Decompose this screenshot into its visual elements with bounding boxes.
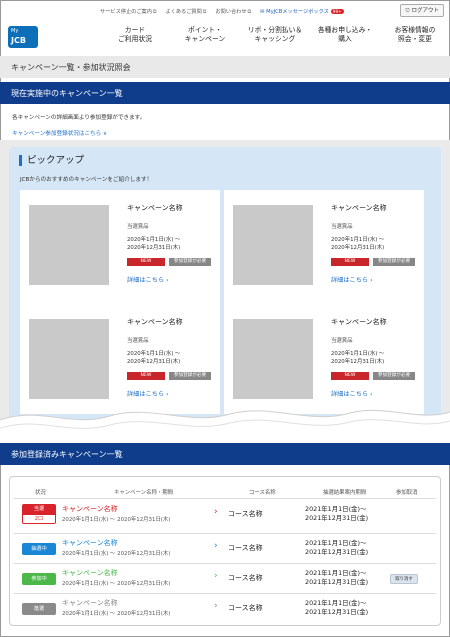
header-status: 状況 [35, 490, 46, 496]
header-cancel: 参加取消 [396, 490, 418, 496]
main-nav: カード ご利用状況 ポイント・ キャンペーン リボ・分割払い＆ キャッシング 各種お申… [100, 24, 450, 52]
nav-card-usage[interactable]: カード ご利用状況 [100, 24, 170, 52]
campaign-period: 2020年1月1日(水) ～ 2020年12月31日(木) [62, 551, 171, 557]
external-link-icon: ⧉ [202, 8, 207, 15]
mail-icon: ✉ [260, 8, 265, 15]
myjcb-logo[interactable]: My JCB [8, 26, 38, 48]
cancel-button[interactable]: 取り消す [390, 574, 418, 584]
result-period: 2021年1月1日(金)～ 2021年12月31日(金) [305, 599, 369, 616]
registered-campaigns-header: 参加登録済みキャンペーン一覧 [0, 443, 450, 465]
result-period: 2021年1月1日(金)～ 2021年12月31日(金) [305, 539, 369, 556]
campaign-card[interactable]: キャンペーン名称 当選賞品 2020年1月1日(水) ～ 2020年12月31日(… [20, 190, 220, 310]
detail-link[interactable]: 詳細はこちら › [127, 389, 169, 398]
utility-links: サービス停止のご案内⧉ よくあるご質問⧉ お問い合わせ⧉ ✉ MyJCBメッセー… [100, 4, 450, 18]
result-period: 2021年1月1日(金)～ 2021年12月31日(金) [305, 505, 369, 522]
chevron-right-icon: › [214, 601, 218, 611]
campaign-image [233, 205, 313, 285]
course-name: コース名称 [228, 574, 263, 582]
campaign-dates: 2020年1月1日(水) ～ 2020年12月31日(木) [127, 351, 181, 365]
chevron-right-icon: › [214, 507, 218, 517]
registration-required-badge: 参加登録が必要 [373, 258, 415, 266]
logout-icon: ⎋ [405, 8, 410, 14]
header-course: コース名称 [249, 490, 276, 496]
campaign-image [29, 319, 109, 399]
status-badge: 参加中 [22, 573, 56, 585]
campaign-name-link[interactable]: キャンペーン名称 [62, 538, 118, 548]
registration-status-link[interactable]: キャンペーン参加登録状況はこちら ∨ [12, 129, 107, 137]
detail-link[interactable]: 詳細はこちら › [331, 389, 373, 398]
header-result-period: 抽選結果案内期間 [323, 490, 367, 496]
chevron-right-icon: › [214, 541, 218, 551]
nav-points-campaign[interactable]: ポイント・ キャンペーン [170, 24, 240, 52]
pickup-title: ピックアップ [19, 155, 84, 166]
external-link-icon: ⧉ [152, 8, 157, 15]
chevron-right-icon: › [214, 571, 218, 581]
torn-edge-divider [0, 409, 450, 448]
registration-required-badge: 参加登録が必要 [373, 372, 415, 380]
campaign-name: キャンペーン名称 [331, 204, 387, 212]
current-campaigns-header: 現在実施中のキャンペーン一覧 [0, 82, 450, 104]
table-row[interactable]: 参加中 キャンペーン名称 2020年1月1日(水) ～ 2020年12月31日(… [14, 563, 436, 593]
course-name: コース名称 [228, 510, 263, 518]
campaign-dates: 2020年1月1日(水) ～ 2020年12月31日(木) [331, 351, 385, 365]
campaign-prize: 当選賞品 [331, 224, 353, 230]
new-badge: NEW [331, 258, 369, 266]
status-badge: 抽選中 [22, 543, 56, 555]
new-badge: NEW [331, 372, 369, 380]
intro-text: 各キャンペーンの詳細画面より参加登録ができます。 [12, 115, 146, 121]
campaign-image [233, 319, 313, 399]
campaign-image [29, 205, 109, 285]
campaign-card[interactable]: キャンペーン名称 当選賞品 2020年1月1日(水) ～ 2020年12月31日(… [224, 190, 424, 310]
header-campaign: キャンペーン名称・期間 [114, 490, 174, 496]
registration-required-badge: 参加登録が必要 [169, 372, 211, 380]
campaign-dates: 2020年1月1日(水) ～ 2020年12月31日(木) [331, 237, 385, 251]
faq-link[interactable]: よくあるご質問⧉ [165, 8, 206, 15]
campaign-dates: 2020年1月1日(水) ～ 2020年12月31日(木) [127, 237, 181, 251]
table-row[interactable]: 当選 2口 キャンペーン名称 2020年1月1日(水) ～ 2020年12月31… [14, 498, 436, 528]
message-box-link[interactable]: ✉ MyJCBメッセージボックス 99+ [260, 8, 344, 15]
campaign-period: 2020年1月1日(水) ～ 2020年12月31日(木) [62, 581, 171, 587]
detail-link[interactable]: 詳細はこちら › [331, 275, 373, 284]
external-link-icon: ⧉ [247, 8, 252, 15]
status-badge: 当選 [22, 504, 56, 514]
nav-applications[interactable]: 各種お申し込み・ 購入 [310, 24, 380, 52]
campaign-period: 2020年1月1日(水) ～ 2020年12月31日(木) [62, 611, 171, 617]
new-badge: NEW [127, 258, 165, 266]
course-name: コース名称 [228, 604, 263, 612]
campaign-name: キャンペーン名称 [127, 318, 183, 326]
status-count: 2口 [22, 514, 56, 524]
nav-revolving-cashing[interactable]: リボ・分割払い＆ キャッシング [240, 24, 310, 52]
campaign-prize: 当選賞品 [127, 338, 149, 344]
campaign-prize: 当選賞品 [331, 338, 353, 344]
campaign-prize: 当選賞品 [127, 224, 149, 230]
page-title: キャンペーン一覧・参加状況照会 [0, 56, 450, 78]
course-name: コース名称 [228, 544, 263, 552]
new-badge: NEW [127, 372, 165, 380]
campaign-name-link[interactable]: キャンペーン名称 [62, 598, 118, 608]
service-stop-link[interactable]: サービス停止のご案内⧉ [100, 8, 156, 15]
registration-required-badge: 参加登録が必要 [169, 258, 211, 266]
unread-badge: 99+ [330, 8, 344, 14]
pickup-subtitle: JCBからのおすすめのキャンペーンをご紹介します！ [20, 177, 153, 183]
campaign-name-link[interactable]: キャンペーン名称 [62, 504, 118, 514]
table-row[interactable]: 落選 キャンペーン名称 2020年1月1日(水) ～ 2020年12月31日(木… [14, 593, 436, 623]
nav-customer-info[interactable]: お客様情報の 照会・変更 [380, 24, 450, 52]
logout-button[interactable]: ⎋ ログアウト [400, 4, 444, 17]
campaign-name-link[interactable]: キャンペーン名称 [62, 568, 118, 578]
campaign-period: 2020年1月1日(水) ～ 2020年12月31日(木) [62, 517, 171, 523]
table-row[interactable]: 抽選中 キャンペーン名称 2020年1月1日(水) ～ 2020年12月31日(… [14, 533, 436, 563]
campaign-name: キャンペーン名称 [331, 318, 387, 326]
status-badge: 落選 [22, 603, 56, 615]
result-period: 2021年1月1日(金)～ 2021年12月31日(金) [305, 569, 369, 586]
detail-link[interactable]: 詳細はこちら › [127, 275, 169, 284]
contact-link[interactable]: お問い合わせ⧉ [215, 8, 251, 15]
campaign-name: キャンペーン名称 [127, 204, 183, 212]
